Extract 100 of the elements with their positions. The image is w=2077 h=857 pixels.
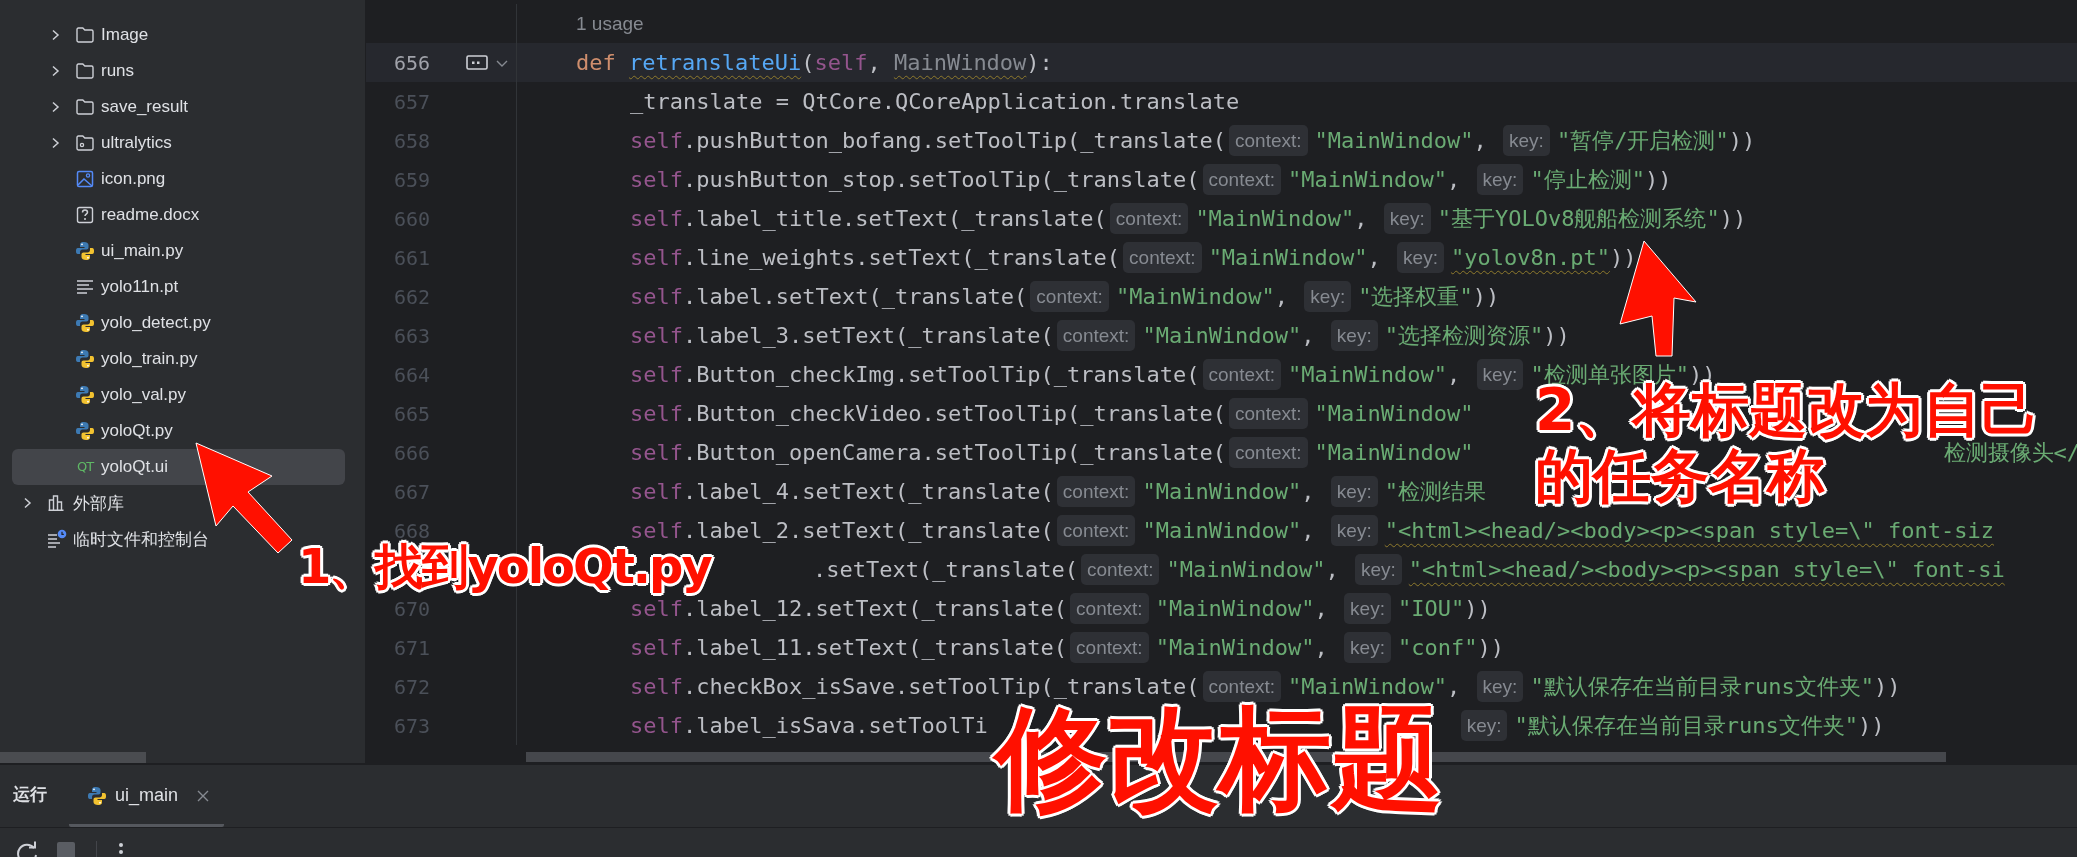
inlay-hint: key:: [1476, 671, 1524, 702]
code-text: self.label_12.setText(_translate(: [630, 596, 1068, 621]
code-text: "conf")): [1397, 635, 1504, 660]
code-text: self.label.setText(_translate(: [630, 284, 1028, 309]
code-text: self.pushButton_bofang.setToolTip(_translate(: [630, 128, 1227, 153]
inlay-hint: context:: [1109, 203, 1189, 234]
code-text: self.line_weights.setText(_translate(: [630, 245, 1121, 270]
inlay-hint: key:: [1460, 710, 1508, 741]
code-text: "暂停/开启检测")): [1556, 126, 1756, 155]
tree-item[interactable]: yolo_val.py: [12, 377, 345, 413]
code-text: "MainWindow",: [1288, 167, 1462, 192]
code-text: "MainWindow",: [1288, 362, 1462, 387]
inlay-hint: context:: [1202, 671, 1282, 702]
inlay-hint: key:: [1330, 320, 1378, 351]
code-text: "MainWindow",: [1166, 557, 1340, 582]
more-icon[interactable]: [117, 841, 125, 857]
python-icon: [75, 421, 95, 441]
python-icon: [75, 349, 95, 369]
annotation-text: 的任务名称: [1535, 443, 1825, 510]
tree-item[interactable]: yolo11n.pt: [12, 269, 345, 305]
question-file-icon: [75, 205, 95, 225]
inlay-hint: context:: [1056, 515, 1136, 546]
inlay-hint: key:: [1476, 359, 1524, 390]
inlay-hint: context:: [1202, 359, 1282, 390]
code-text: .setText(_translate(: [813, 557, 1078, 582]
code-text: "默认保存在当前目录runs文件夹")): [1530, 672, 1901, 701]
inlay-hint: key:: [1503, 125, 1550, 156]
inlay-hint: key:: [1344, 593, 1391, 624]
file-type-label: QT: [76, 459, 94, 475]
code-text: def retranslateUi(self, MainWindow):: [576, 50, 1053, 75]
inlay-hint: key:: [1397, 242, 1444, 273]
inlay-hint: context:: [1030, 281, 1109, 312]
folder-icon: [75, 97, 95, 117]
inlay-hint: key:: [1354, 554, 1402, 585]
code-text: self.checkBox_isSave.setToolTip(_translate(: [630, 674, 1200, 699]
code-text: _translate = QtCore.QCoreApplication.translate: [630, 89, 1240, 114]
code-text: "MainWindow",: [1208, 245, 1382, 270]
code-text: "选择权重")): [1358, 282, 1500, 311]
code-text: "MainWindow",: [1142, 323, 1316, 348]
python-icon: [75, 241, 95, 261]
inlay-hint: key:: [1330, 476, 1378, 507]
inlay-hint: key:: [1330, 515, 1378, 546]
code-text: self.Button_checkImg.setToolTip(_translate(: [630, 362, 1200, 387]
code-text: "<html><head/><body><p><span style=\" font-siz: [1384, 518, 1994, 543]
inlay-hint: key:: [1344, 632, 1391, 663]
tree-item[interactable]: ultralytics: [12, 125, 345, 161]
folder-icon: [75, 25, 95, 45]
scratch-file-icon: [47, 529, 67, 549]
inlay-hint: context:: [1229, 398, 1308, 429]
python-icon: [75, 313, 95, 333]
inlay-hint: context:: [1056, 476, 1136, 507]
code-text: "MainWindow",: [1195, 206, 1369, 231]
tree-item[interactable]: Image: [12, 17, 345, 53]
inlay-hint: context:: [1229, 437, 1308, 468]
code-text: "默认保存在当前目录runs文件夹")): [1514, 711, 1885, 740]
code-text: self.Button_checkVideo.setToolTip(_translate(: [630, 401, 1227, 426]
inlay-hint: key:: [1383, 203, 1431, 234]
code-text: self.pushButton_stop.setToolTip(_translate(: [630, 167, 1200, 192]
folder-icon: [75, 61, 95, 81]
tree-item[interactable]: yolo_train.py: [12, 341, 345, 377]
python-icon: [75, 385, 95, 405]
run-tab[interactable]: ui_main: [69, 785, 225, 827]
close-icon[interactable]: [196, 788, 211, 803]
folder-icon: [75, 133, 95, 153]
code-text: "MainWindow",: [1155, 596, 1329, 621]
scrollbar[interactable]: [0, 752, 146, 763]
tree-item[interactable]: 外部库: [12, 485, 345, 521]
inlay-hint: key:: [1304, 281, 1352, 312]
code-text: self.label_11.setText(_translate(: [630, 635, 1068, 660]
method-icon: [466, 53, 488, 72]
inlay-hint: context:: [1080, 554, 1160, 585]
inlay-hint: context:: [1202, 164, 1282, 195]
tree-item[interactable]: ui_main.py: [12, 233, 345, 269]
tree-item[interactable]: yolo_detect.py: [12, 305, 345, 341]
code-text: "基于YOLOv8舰船检测系统")): [1437, 204, 1747, 233]
code-text: "<html><head/><body><p><span style=\" font-si: [1408, 557, 2005, 582]
code-text: "yolov8n.pt")): [1450, 245, 1637, 270]
code-text: "选择检测资源")): [1384, 321, 1570, 350]
code-text: "IOU")): [1397, 596, 1491, 621]
tree-item[interactable]: runs: [12, 53, 345, 89]
code-text: self.label_4.setText(_translate(: [630, 479, 1054, 504]
inlay-hint: context:: [1123, 242, 1202, 273]
code-text: "MainWindow",: [1155, 635, 1329, 660]
code-text: "MainWindow",: [1142, 518, 1316, 543]
tree-item[interactable]: readme.docx: [12, 197, 345, 233]
tree-item[interactable]: icon.png: [12, 161, 345, 197]
code-text: "检测结果: [1384, 477, 1486, 506]
inlay-hint: context:: [1229, 125, 1308, 156]
usage-link[interactable]: 1 usage: [576, 12, 644, 35]
panel-title: 运行: [13, 784, 47, 806]
code-text: "MainWindow",: [1288, 674, 1462, 699]
line-number: 656: [393, 50, 430, 75]
python-icon: [87, 785, 107, 806]
tree-item[interactable]: save_result: [12, 89, 345, 125]
code-text: "MainWindow",: [1314, 128, 1488, 153]
code-text: self.label_title.setText(_translate(: [630, 206, 1107, 231]
code-text: "MainWindow",: [1115, 284, 1290, 309]
code-text: self.label_3.setText(_translate(: [630, 323, 1054, 348]
code-text: "MainWindow": [1314, 401, 1474, 426]
tree-item[interactable]: yoloQt.py: [12, 413, 345, 449]
